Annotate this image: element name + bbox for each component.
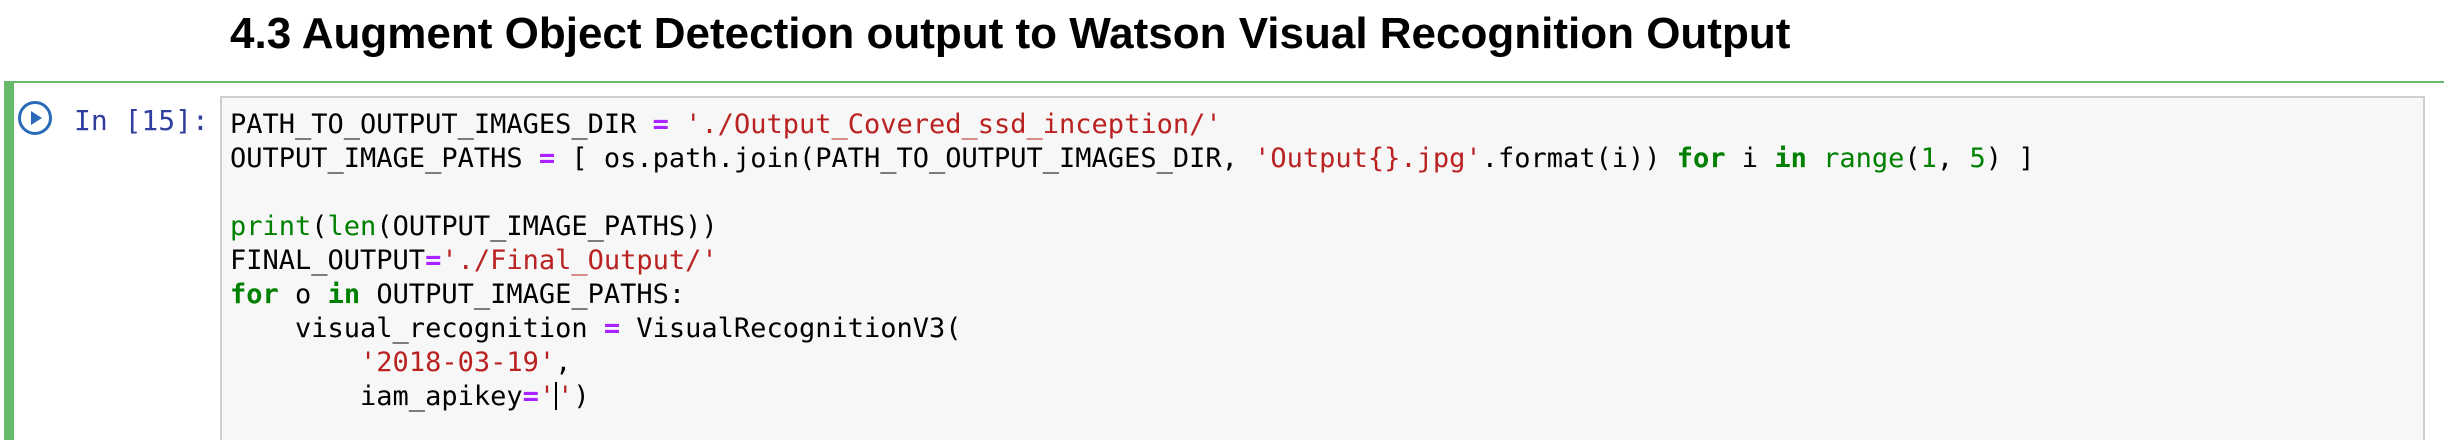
code-token: = [603, 313, 621, 344]
code-line: OUTPUT_IMAGE_PATHS = [ os.path.join(PATH… [230, 142, 2034, 176]
code-token: i [1725, 143, 1775, 174]
code-token: for [230, 279, 279, 310]
code-token: ' [538, 381, 556, 412]
code-token: [ os.path.join(PATH_TO_OUTPUT_IMAGES_DIR… [555, 143, 1255, 174]
code-token: o [278, 279, 328, 310]
code-token: = [538, 143, 556, 174]
code-token: 5 [1969, 143, 1986, 174]
code-token: range [1823, 143, 1905, 174]
section-heading: 4.3 Augment Object Detection output to W… [230, 9, 1791, 58]
code-line: iam_apikey='') [230, 380, 2034, 414]
code-token: .format(i)) [1481, 143, 1677, 174]
code-token: FINAL_OUTPUT [230, 245, 426, 276]
code-token: , [1936, 143, 1970, 174]
code-token: PATH_TO_OUTPUT_IMAGES_DIR [230, 109, 653, 140]
notebook-page: 4.3 Augment Object Detection output to W… [0, 0, 2444, 440]
code-line: FINAL_OUTPUT='./Final_Output/' [230, 244, 2034, 278]
code-line: '2018-03-19', [230, 346, 2034, 380]
code-token: , [555, 347, 572, 378]
selected-cell-indicator [4, 81, 14, 440]
input-prompt: In [15]: [74, 104, 209, 137]
code-token: '2018-03-19' [360, 347, 556, 378]
code-token: VisualRecognitionV3( [620, 313, 962, 344]
code-line: PATH_TO_OUTPUT_IMAGES_DIR = './Output_Co… [230, 108, 2034, 142]
code-token: print [230, 211, 312, 242]
code-token: 'Output{}.jpg' [1254, 143, 1482, 174]
code-token: ( [1904, 143, 1921, 174]
code-line: print(len(OUTPUT_IMAGE_PATHS)) [230, 210, 2034, 244]
code-token: iam_apikey [230, 381, 523, 412]
code-line: for o in OUTPUT_IMAGE_PATHS: [230, 278, 2034, 312]
code-content[interactable]: PATH_TO_OUTPUT_IMAGES_DIR = './Output_Co… [230, 108, 2034, 414]
code-token: (OUTPUT_IMAGE_PATHS)) [376, 211, 718, 242]
code-token: OUTPUT_IMAGE_PATHS [230, 143, 539, 174]
code-token: './Output_Covered_ssd_inception/' [685, 109, 1222, 140]
code-token: = [652, 109, 669, 140]
code-token: len [327, 211, 377, 242]
code-token: ) ] [1985, 143, 2035, 174]
code-token: in [1774, 143, 1807, 174]
code-token: ) [573, 381, 590, 412]
play-icon [31, 111, 42, 125]
run-cell-icon[interactable] [18, 101, 52, 135]
code-token: ( [311, 211, 328, 242]
code-token: OUTPUT_IMAGE_PATHS: [360, 279, 686, 310]
code-token: 1 [1920, 143, 1937, 174]
code-token: in [327, 279, 361, 310]
code-token: ' [557, 381, 574, 412]
code-token: = [522, 381, 539, 412]
code-token: = [425, 245, 442, 276]
code-token: './Final_Output/' [441, 245, 718, 276]
code-token: visual_recognition [230, 313, 604, 344]
code-token: for [1676, 143, 1726, 174]
code-line: visual_recognition = VisualRecognitionV3… [230, 312, 2034, 346]
